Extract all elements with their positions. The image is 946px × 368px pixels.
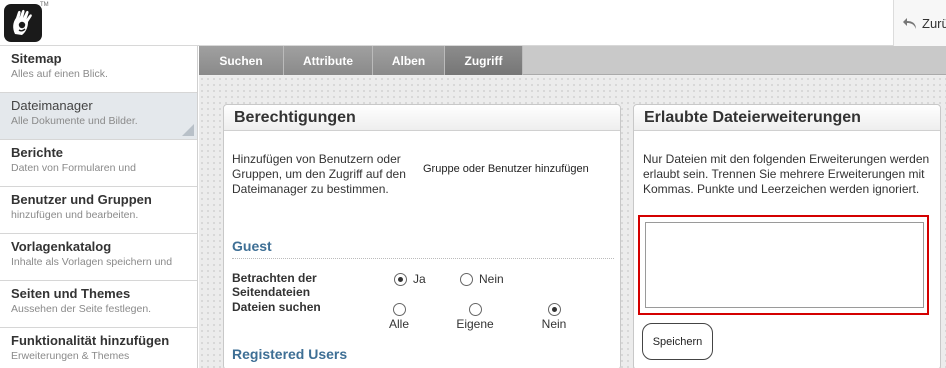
sidebar-item-subtitle: Erweiterungen & Themes bbox=[11, 350, 130, 362]
search-no-option[interactable]: Nein bbox=[534, 303, 574, 331]
sidebar-item-title: Dateimanager bbox=[11, 98, 93, 113]
hand-logo-icon bbox=[13, 9, 32, 35]
trademark-mark: TM bbox=[40, 2, 49, 8]
radio-view-yes[interactable] bbox=[394, 272, 407, 286]
sidebar-item-subtitle: hinzufügen und bearbeiten. bbox=[11, 209, 139, 221]
sidebar-item-title: Berichte bbox=[11, 145, 64, 160]
view-yes-option[interactable]: Ja bbox=[394, 272, 426, 286]
radio-search-own[interactable] bbox=[468, 303, 482, 316]
tab-zugriff[interactable]: Zugriff bbox=[445, 46, 523, 75]
active-corner-icon bbox=[182, 124, 194, 136]
tab-suchen[interactable]: Suchen bbox=[199, 46, 284, 75]
add-group-or-user-link[interactable]: Gruppe oder Benutzer hinzufügen bbox=[423, 163, 589, 175]
permissions-panel: Berechtigungen Hinzufügen von Benutzern … bbox=[223, 104, 621, 368]
sidebar-item-subtitle: Aussehen der Seite festlegen. bbox=[11, 303, 152, 315]
sidebar-item-subtitle: Daten von Formularen und bbox=[11, 162, 136, 174]
search-own-option[interactable]: Eigene bbox=[455, 303, 495, 331]
sidebar-nav: Sitemap Alles auf einen Blick. Dateimana… bbox=[0, 46, 198, 368]
sidebar-item-title: Seiten und Themes bbox=[11, 286, 131, 301]
permissions-title: Berechtigungen bbox=[224, 105, 620, 131]
search-files-label: Dateien suchen bbox=[232, 300, 321, 314]
tab-attribute[interactable]: Attribute bbox=[284, 46, 373, 75]
group-title-registered-users: Registered Users bbox=[232, 346, 348, 362]
sidebar-item-title: Sitemap bbox=[11, 51, 62, 66]
sidebar-item-subtitle: Inhalte als Vorlagen speichern und bbox=[11, 256, 173, 268]
view-no-label: Nein bbox=[479, 272, 504, 286]
sidebar-item-benutzer[interactable]: Benutzer und Gruppen hinzufügen und bear… bbox=[0, 187, 197, 234]
highlighted-extensions-field bbox=[638, 215, 929, 315]
sidebar-item-sitemap[interactable]: Sitemap Alles auf einen Blick. bbox=[0, 46, 197, 93]
search-all-label: Alle bbox=[388, 317, 409, 331]
sidebar-item-title: Funktionalität hinzufügen bbox=[11, 333, 170, 348]
concrete5-logo[interactable] bbox=[4, 4, 42, 42]
sidebar-item-berichte[interactable]: Berichte Daten von Formularen und bbox=[0, 140, 197, 187]
file-extensions-description: Nur Dateien mit den folgenden Erweiterun… bbox=[643, 152, 930, 196]
group-title-guest: Guest bbox=[232, 238, 272, 254]
search-own-label: Eigene bbox=[456, 317, 494, 331]
file-extensions-input[interactable] bbox=[645, 222, 924, 308]
main-content: Suchen Attribute Alben Zugriff Berechtig… bbox=[199, 46, 946, 368]
sidebar-item-subtitle: Alle Dokumente und Bilder. bbox=[11, 115, 138, 127]
sidebar-item-funktionalitaet[interactable]: Funktionalität hinzufügen Erweiterungen … bbox=[0, 328, 197, 368]
back-button-label: Zurü bbox=[922, 15, 946, 31]
sidebar-item-vorlagenkatalog[interactable]: Vorlagenkatalog Inhalte als Vorlagen spe… bbox=[0, 234, 197, 281]
sidebar-item-subtitle: Alles auf einen Blick. bbox=[11, 68, 108, 80]
view-no-option[interactable]: Nein bbox=[460, 272, 504, 286]
permissions-intro: Hinzufügen von Benutzern oder Gruppen, u… bbox=[232, 152, 406, 196]
back-arrow-icon bbox=[903, 18, 916, 29]
view-yes-label: Ja bbox=[413, 272, 426, 286]
tab-bar: Suchen Attribute Alben Zugriff bbox=[199, 46, 946, 75]
radio-search-no[interactable] bbox=[547, 303, 561, 316]
sidebar-item-dateimanager[interactable]: Dateimanager Alle Dokumente und Bilder. bbox=[0, 93, 197, 140]
radio-view-no[interactable] bbox=[460, 272, 473, 286]
back-button[interactable]: Zurü bbox=[893, 0, 946, 46]
file-extensions-title: Erlaubte Dateierweiterungen bbox=[634, 105, 940, 131]
top-header: TM Zurü bbox=[0, 0, 946, 46]
sidebar-item-themes[interactable]: Seiten und Themes Aussehen der Seite fes… bbox=[0, 281, 197, 328]
tab-alben[interactable]: Alben bbox=[373, 46, 445, 75]
view-files-label: Betrachten der Seitendateien bbox=[232, 271, 317, 299]
file-extensions-panel: Erlaubte Dateierweiterungen Nur Dateien … bbox=[633, 104, 941, 368]
sidebar-item-title: Benutzer und Gruppen bbox=[11, 192, 152, 207]
sidebar-item-title: Vorlagenkatalog bbox=[11, 239, 112, 254]
group-divider bbox=[232, 258, 614, 259]
radio-search-all[interactable] bbox=[392, 303, 406, 316]
save-button[interactable]: Speichern bbox=[642, 323, 713, 360]
search-no-label: Nein bbox=[541, 317, 567, 331]
search-all-option[interactable]: Alle bbox=[379, 303, 419, 331]
